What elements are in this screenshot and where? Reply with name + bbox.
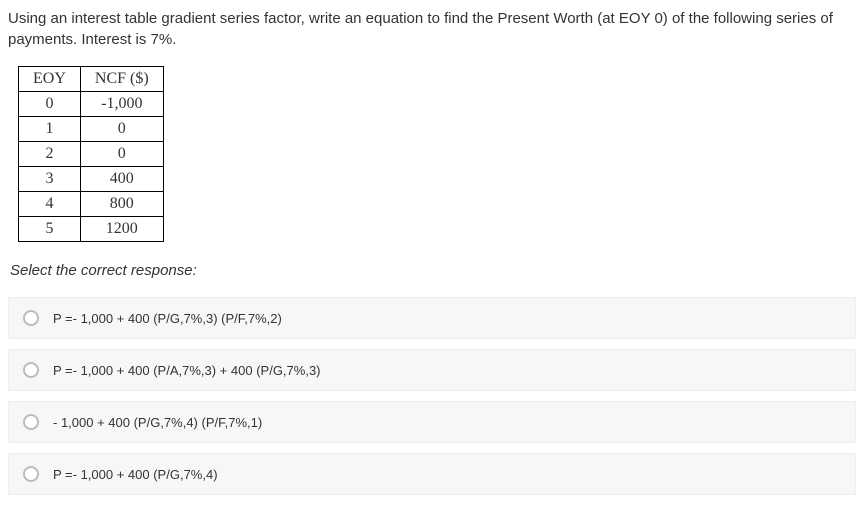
header-ncf: NCF ($) bbox=[80, 67, 163, 92]
cell-eoy: 4 bbox=[19, 192, 81, 217]
cell-ncf: 0 bbox=[80, 142, 163, 167]
cashflow-table: EOY NCF ($) 0 -1,000 1 0 2 0 3 400 4 800… bbox=[18, 66, 164, 242]
cell-ncf: 800 bbox=[80, 192, 163, 217]
table-row: 2 0 bbox=[19, 142, 164, 167]
header-eoy: EOY bbox=[19, 67, 81, 92]
radio-icon[interactable] bbox=[23, 310, 39, 326]
cell-eoy: 0 bbox=[19, 92, 81, 117]
table-row: 3 400 bbox=[19, 167, 164, 192]
table-row: 4 800 bbox=[19, 192, 164, 217]
cell-eoy: 1 bbox=[19, 117, 81, 142]
radio-icon[interactable] bbox=[23, 466, 39, 482]
cell-eoy: 3 bbox=[19, 167, 81, 192]
cell-ncf: -1,000 bbox=[80, 92, 163, 117]
question-text: Using an interest table gradient series … bbox=[8, 8, 856, 50]
radio-icon[interactable] bbox=[23, 414, 39, 430]
radio-icon[interactable] bbox=[23, 362, 39, 378]
table-row: 0 -1,000 bbox=[19, 92, 164, 117]
option-1[interactable]: P =- 1,000 + 400 (P/G,7%,3) (P/F,7%,2) bbox=[8, 297, 856, 339]
cell-eoy: 2 bbox=[19, 142, 81, 167]
cell-eoy: 5 bbox=[19, 217, 81, 242]
table-row: 1 0 bbox=[19, 117, 164, 142]
option-text: P =- 1,000 + 400 (P/G,7%,4) bbox=[53, 467, 218, 482]
option-4[interactable]: P =- 1,000 + 400 (P/G,7%,4) bbox=[8, 453, 856, 495]
select-prompt: Select the correct response: bbox=[10, 262, 856, 279]
table-header-row: EOY NCF ($) bbox=[19, 67, 164, 92]
option-text: P =- 1,000 + 400 (P/G,7%,3) (P/F,7%,2) bbox=[53, 311, 282, 326]
option-text: - 1,000 + 400 (P/G,7%,4) (P/F,7%,1) bbox=[53, 415, 262, 430]
table-row: 5 1200 bbox=[19, 217, 164, 242]
option-3[interactable]: - 1,000 + 400 (P/G,7%,4) (P/F,7%,1) bbox=[8, 401, 856, 443]
option-2[interactable]: P =- 1,000 + 400 (P/A,7%,3) + 400 (P/G,7… bbox=[8, 349, 856, 391]
cell-ncf: 0 bbox=[80, 117, 163, 142]
option-text: P =- 1,000 + 400 (P/A,7%,3) + 400 (P/G,7… bbox=[53, 363, 321, 378]
cell-ncf: 400 bbox=[80, 167, 163, 192]
cell-ncf: 1200 bbox=[80, 217, 163, 242]
